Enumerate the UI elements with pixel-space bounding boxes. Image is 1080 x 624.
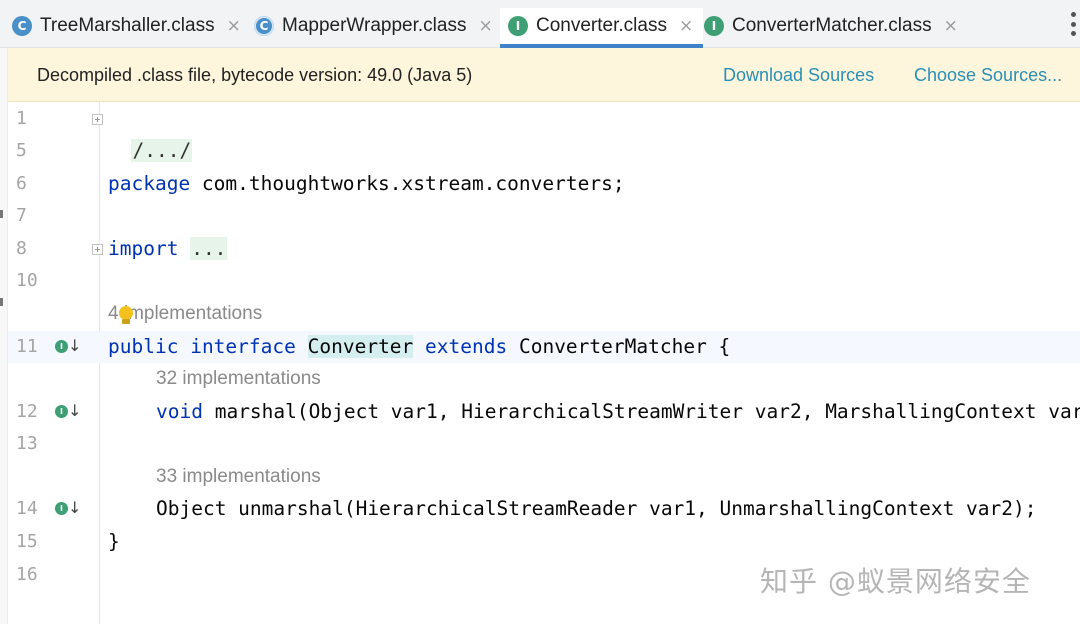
editor-tab-bar: C TreeMarshaller.class × C MapperWrapper… (0, 0, 1080, 48)
tab-label: MapperWrapper.class (282, 15, 467, 36)
implementations-hint[interactable]: 33 implementations (156, 461, 321, 493)
tab-label: TreeMarshaller.class (40, 15, 215, 36)
interface-icon: I (508, 16, 528, 36)
code-line-1[interactable]: /.../ (108, 103, 193, 162)
line-number: 12 (16, 401, 38, 422)
line-number: 11 (16, 336, 38, 357)
interface-icon: I (704, 16, 724, 36)
tab-converter[interactable]: I Converter.class × (500, 8, 704, 48)
line-number: 16 (16, 564, 38, 585)
tab-label: ConverterMatcher.class (732, 15, 932, 36)
lightbulb-icon[interactable] (118, 306, 134, 326)
tab-label: Converter.class (536, 15, 667, 36)
close-icon[interactable]: × (944, 16, 958, 36)
code-line-8[interactable]: import ... (108, 233, 228, 265)
folded-imports[interactable]: ... (190, 237, 228, 260)
code-text: marshal(Object var1, HierarchicalStreamW… (202, 400, 1080, 423)
class-icon: C (12, 16, 32, 36)
line-number: 15 (16, 531, 38, 552)
line-number: 10 (16, 270, 38, 291)
watermark: 知乎 @蚁景网络安全 (760, 565, 1031, 598)
tab-mapperwrapper[interactable]: C MapperWrapper.class × (254, 8, 493, 44)
folded-header-comment[interactable]: /.../ (131, 139, 193, 162)
more-tabs-icon[interactable] (1070, 12, 1076, 36)
line-number: 13 (16, 433, 38, 454)
line-number: 14 (16, 498, 38, 519)
code-line-15[interactable]: } (108, 526, 120, 558)
abstract-class-icon: C (254, 16, 274, 36)
keyword: void (156, 400, 203, 423)
keyword: package (108, 172, 191, 195)
edge-marker (0, 298, 3, 306)
line-number: 7 (16, 205, 27, 226)
decompiled-notice-banner: Decompiled .class file, bytecode version… (8, 48, 1080, 102)
implemented-method-icon[interactable]: I ↓ (55, 498, 81, 518)
fold-expand-icon[interactable] (92, 114, 103, 125)
edge-marker (0, 210, 3, 218)
implemented-interface-icon[interactable]: I ↓ (55, 336, 81, 356)
keyword: import (108, 237, 179, 260)
fold-expand-icon[interactable] (92, 244, 103, 255)
choose-sources-link[interactable]: Choose Sources... (914, 65, 1062, 86)
code-line-14[interactable]: Object unmarshal(HierarchicalStreamReade… (156, 493, 1037, 525)
package-name: com.thoughtworks.xstream.converters; (190, 172, 625, 195)
code-text: ConverterMatcher { (507, 335, 731, 358)
close-icon[interactable]: × (679, 16, 693, 36)
tab-convertermatcher[interactable]: I ConverterMatcher.class × (704, 8, 958, 44)
implemented-method-icon[interactable]: I ↓ (55, 401, 81, 421)
close-icon[interactable]: × (227, 16, 241, 36)
implementations-hint[interactable]: 32 implementations (156, 363, 321, 395)
keyword: public (108, 335, 179, 358)
line-number: 5 (16, 140, 27, 161)
download-sources-link[interactable]: Download Sources (723, 65, 874, 86)
code-line-12[interactable]: void marshal(Object var1, HierarchicalSt… (156, 396, 1080, 428)
close-icon[interactable]: × (478, 16, 492, 36)
line-number: 1 (16, 108, 27, 129)
banner-message: Decompiled .class file, bytecode version… (37, 65, 473, 85)
line-number: 8 (16, 238, 27, 259)
keyword: extends (425, 335, 508, 358)
tab-treemarshaller[interactable]: C TreeMarshaller.class × (12, 8, 241, 44)
interface-name[interactable]: Converter (307, 335, 414, 358)
left-tool-strip (0, 48, 8, 624)
code-line-11[interactable]: public interface Converter extends Conve… (108, 331, 730, 363)
code-line-6[interactable]: package com.thoughtworks.xstream.convert… (108, 168, 625, 200)
line-number: 6 (16, 173, 27, 194)
keyword: interface (190, 335, 296, 358)
